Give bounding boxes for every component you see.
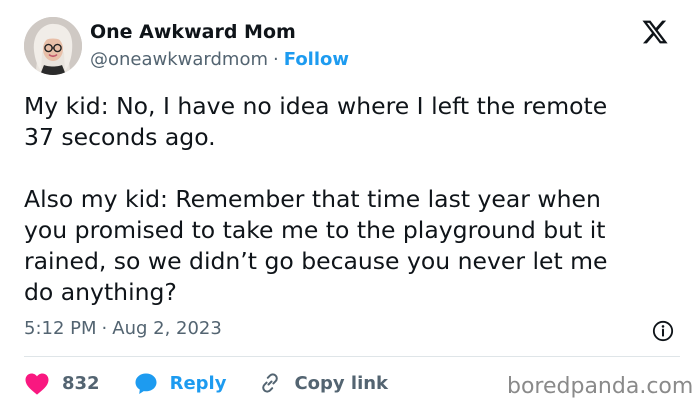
author-name[interactable]: One Awkward Mom	[90, 21, 296, 43]
tweet-line: you promised to take me to the playgroun…	[24, 216, 606, 244]
tweet-timestamp[interactable]: 5:12 PM · Aug 2, 2023	[24, 318, 222, 339]
avatar[interactable]	[24, 17, 82, 75]
tweet-line: Also my kid: Remember that time last yea…	[24, 185, 601, 213]
tweet-line: do anything?	[24, 278, 177, 306]
copy-link-label: Copy link	[294, 372, 389, 394]
avatar-illustration	[24, 17, 82, 75]
author-handle[interactable]: @oneawkwardmom	[90, 49, 268, 70]
timestamp-separator: ·	[101, 318, 108, 339]
handle-separator: ·	[273, 49, 279, 70]
action-bar: 832 Reply Copy link	[24, 371, 388, 395]
author-handle-row: @oneawkwardmom · Follow	[90, 49, 349, 70]
like-button[interactable]: 832	[24, 372, 100, 395]
watermark-text: boredpanda.com	[507, 374, 694, 399]
reply-label: Reply	[169, 372, 227, 394]
info-icon[interactable]	[652, 320, 674, 342]
divider	[24, 356, 680, 357]
copy-link-button[interactable]: Copy link	[258, 371, 388, 395]
tweet-date: Aug 2, 2023	[112, 318, 222, 339]
speech-bubble-icon	[135, 373, 157, 394]
heart-icon	[25, 372, 49, 395]
follow-button[interactable]: Follow	[284, 49, 349, 70]
reply-button[interactable]: Reply	[134, 372, 227, 395]
tweet-time: 5:12 PM	[24, 318, 97, 339]
tweet-line: rained, so we didn’t go because you neve…	[24, 247, 608, 275]
like-count: 832	[62, 372, 100, 394]
tweet-line: My kid: No, I have no idea where I left …	[24, 92, 608, 120]
tweet-text: My kid: No, I have no idea where I left …	[24, 91, 684, 308]
x-logo-icon[interactable]	[640, 18, 670, 46]
tweet-line: 37 seconds ago.	[24, 123, 216, 151]
link-icon	[262, 373, 279, 393]
